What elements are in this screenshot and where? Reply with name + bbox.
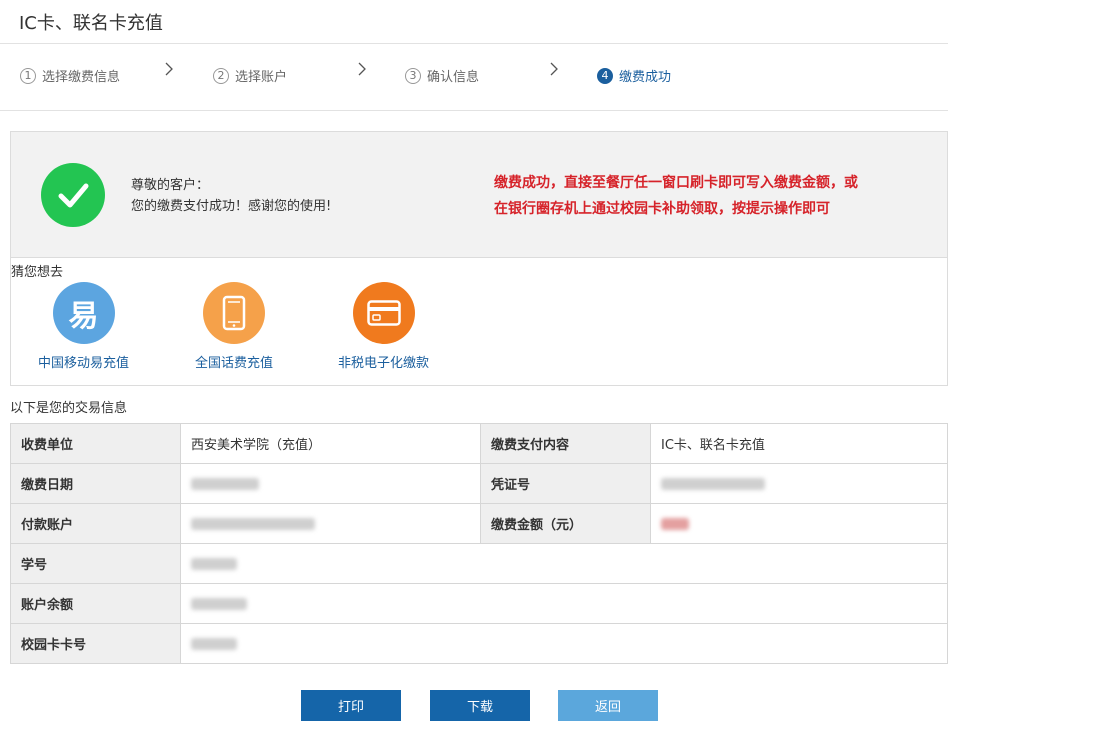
payment-date-label: 缴费日期 — [10, 463, 181, 504]
back-button[interactable]: 返回 — [558, 690, 658, 721]
notice-line-2: 在银行圈存机上通过校园卡补助领取，按提示操作即可 — [494, 201, 830, 217]
payment-account-label: 付款账户 — [10, 503, 181, 544]
payment-account-value — [180, 503, 481, 544]
step-1: 1 选择缴费信息 — [20, 66, 120, 85]
step-2-label: 选择账户 — [235, 70, 288, 85]
student-id-label: 学号 — [10, 543, 181, 584]
transaction-info-label: 以下是您的交易信息 — [10, 401, 128, 416]
payment-amount-value — [650, 503, 948, 544]
step-3-number: 3 — [405, 67, 421, 84]
payment-content-value: IC卡、联名卡充值 — [650, 423, 948, 464]
payment-content-label: 缴费支付内容 — [480, 423, 651, 464]
phone-icon — [203, 282, 265, 344]
suggest-phone-recharge[interactable]: 全国话费充值 — [195, 282, 273, 371]
account-balance-label: 账户余额 — [10, 583, 181, 624]
chevron-right-icon — [165, 62, 173, 76]
checkmark-icon — [41, 163, 105, 227]
table-row: 账户余额 — [10, 583, 948, 624]
redacted-value — [191, 597, 247, 610]
step-2: 2 选择账户 — [213, 66, 287, 85]
step-4: 4 缴费成功 — [597, 66, 671, 85]
payee-value: 西安美术学院（充值） — [180, 423, 481, 464]
success-greeting: 尊敬的客户： 您的缴费支付成功！感谢您的使用! — [131, 175, 331, 217]
suggestions-label: 猜您想去 — [11, 265, 64, 280]
step-3-label: 确认信息 — [427, 70, 480, 85]
suggest-nontax-payment-label: 非税电子化缴款 — [338, 356, 430, 371]
voucher-number-value — [650, 463, 948, 504]
suggest-nontax-payment[interactable]: 非税电子化缴款 — [338, 282, 429, 371]
payment-notice: 缴费成功，直接至餐厅任一窗口刷卡即可写入缴费金额，或 在银行圈存机上通过校园卡补… — [494, 170, 914, 222]
step-1-number: 1 — [20, 67, 36, 84]
transaction-info-table: 收费单位 西安美术学院（充值） 缴费支付内容 IC卡、联名卡充值 缴费日期 凭证… — [10, 423, 948, 664]
suggest-mobile-recharge-label: 中国移动易充值 — [38, 356, 130, 371]
step-4-label: 缴费成功 — [619, 70, 672, 85]
step-progress: 1 选择缴费信息 2 选择账户 3 确认信息 4 缴费成功 — [0, 44, 948, 111]
suggest-mobile-recharge[interactable]: 易 中国移动易充值 — [38, 282, 129, 371]
chevron-right-icon — [550, 62, 558, 76]
yi-glyph: 易 — [68, 299, 99, 334]
campus-card-number-value — [180, 623, 948, 664]
step-3: 3 确认信息 — [405, 66, 479, 85]
payment-success-page: IC卡、联名卡充值 1 选择缴费信息 2 选择账户 3 确认信息 4 缴费成功 … — [0, 0, 948, 748]
campus-card-number-label: 校园卡卡号 — [10, 623, 181, 664]
table-row: 缴费日期 凭证号 — [10, 463, 948, 504]
download-button[interactable]: 下载 — [430, 690, 530, 721]
redacted-value — [191, 477, 259, 490]
redacted-value — [191, 557, 237, 570]
step-2-number: 2 — [213, 67, 229, 84]
suggestions-panel: 猜您想去 易 中国移动易充值 全国话费充值 非税电子化缴款 — [10, 258, 948, 386]
payee-label: 收费单位 — [10, 423, 181, 464]
notice-line-1: 缴费成功，直接至餐厅任一窗口刷卡即可写入缴费金额，或 — [494, 175, 858, 191]
redacted-value — [191, 637, 237, 650]
page-header: IC卡、联名卡充值 — [0, 0, 948, 44]
payment-amount-label: 缴费金额（元） — [480, 503, 651, 544]
account-balance-value — [180, 583, 948, 624]
table-row: 付款账户 缴费金额（元） — [10, 503, 948, 544]
table-row: 收费单位 西安美术学院（充值） 缴费支付内容 IC卡、联名卡充值 — [10, 423, 948, 464]
yi-recharge-icon: 易 — [52, 282, 115, 344]
page-title: IC卡、联名卡充值 — [19, 13, 163, 34]
suggest-phone-recharge-label: 全国话费充值 — [195, 356, 274, 371]
student-id-value — [180, 543, 948, 584]
voucher-number-label: 凭证号 — [480, 463, 651, 504]
table-row: 校园卡卡号 — [10, 623, 948, 664]
payment-date-value — [180, 463, 481, 504]
redacted-value — [661, 477, 765, 490]
redacted-value — [661, 517, 689, 530]
greeting-text: 尊敬的客户： — [131, 178, 210, 193]
card-icon — [352, 282, 415, 344]
redacted-value — [191, 517, 315, 530]
success-message: 您的缴费支付成功！感谢您的使用! — [131, 199, 332, 214]
step-4-number: 4 — [597, 67, 613, 84]
table-row: 学号 — [10, 543, 948, 584]
chevron-right-icon — [358, 62, 366, 76]
step-1-label: 选择缴费信息 — [42, 70, 121, 85]
print-button[interactable]: 打印 — [301, 690, 401, 721]
success-panel: 尊敬的客户： 您的缴费支付成功！感谢您的使用! 缴费成功，直接至餐厅任一窗口刷卡… — [10, 131, 948, 258]
